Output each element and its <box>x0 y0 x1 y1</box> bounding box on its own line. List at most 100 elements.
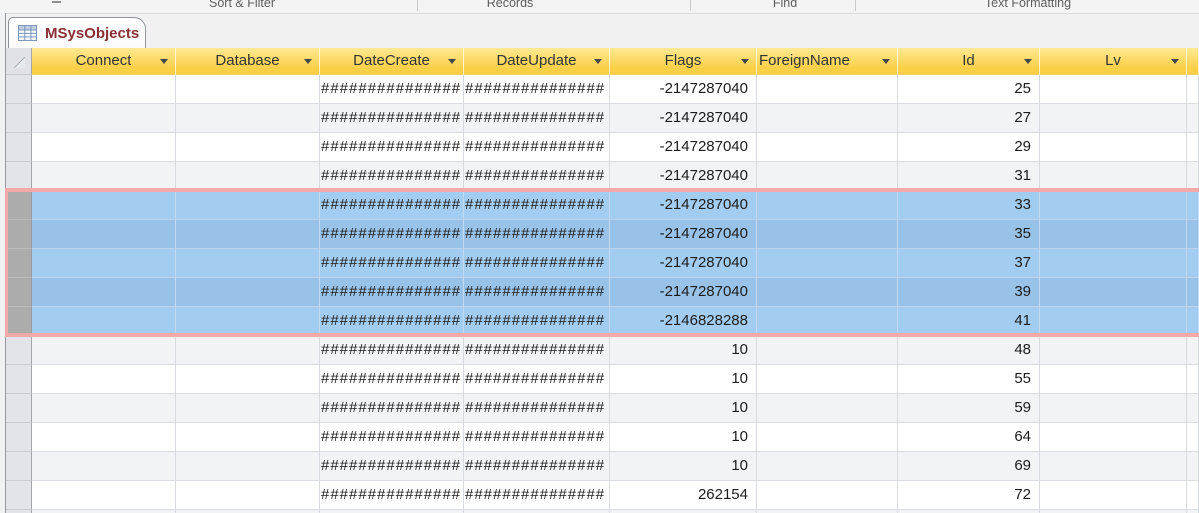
cell-flags[interactable]: 10 <box>610 336 757 365</box>
cell-datecreate[interactable]: ############### <box>320 162 464 191</box>
cell-foreignname[interactable] <box>757 336 898 365</box>
cell-extra[interactable] <box>1187 394 1199 423</box>
row-selector[interactable] <box>6 394 32 423</box>
cell-id[interactable]: 41 <box>898 307 1040 336</box>
cell-connect[interactable] <box>32 365 176 394</box>
cell-lv[interactable] <box>1040 191 1187 220</box>
cell-id[interactable]: 27 <box>898 104 1040 133</box>
cell-connect[interactable] <box>32 394 176 423</box>
cell-database[interactable] <box>176 481 320 510</box>
cell-connect[interactable] <box>32 423 176 452</box>
cell-id[interactable]: 55 <box>898 365 1040 394</box>
cell-extra[interactable] <box>1187 220 1199 249</box>
cell-id[interactable]: 69 <box>898 452 1040 481</box>
cell-lv[interactable] <box>1040 278 1187 307</box>
cell-extra[interactable] <box>1187 336 1199 365</box>
cell-id[interactable]: 59 <box>898 394 1040 423</box>
filter-dropdown-icon[interactable] <box>1024 59 1032 68</box>
cell-flags[interactable]: 262154 <box>610 481 757 510</box>
row-selector[interactable] <box>6 307 32 336</box>
cell-extra[interactable] <box>1187 481 1199 510</box>
cell-connect[interactable] <box>32 452 176 481</box>
cell-datecreate[interactable]: ############### <box>320 307 464 336</box>
cell-flags[interactable]: -2147287040 <box>610 249 757 278</box>
cell-lv[interactable] <box>1040 220 1187 249</box>
cell-connect[interactable] <box>32 75 176 104</box>
cell-connect[interactable] <box>32 133 176 162</box>
cell-id[interactable]: 29 <box>898 133 1040 162</box>
column-header-connect[interactable]: Connect <box>32 48 176 75</box>
cell-lv[interactable] <box>1040 365 1187 394</box>
row-selector[interactable] <box>6 481 32 510</box>
cell-foreignname[interactable] <box>757 394 898 423</box>
cell-lv[interactable] <box>1040 104 1187 133</box>
row-selector[interactable] <box>6 220 32 249</box>
cell-id[interactable]: 31 <box>898 162 1040 191</box>
cell-database[interactable] <box>176 394 320 423</box>
cell-lv[interactable] <box>1040 423 1187 452</box>
cell-datecreate[interactable]: ############### <box>320 423 464 452</box>
cell-extra[interactable] <box>1187 249 1199 278</box>
cell-database[interactable] <box>176 75 320 104</box>
cell-foreignname[interactable] <box>757 423 898 452</box>
cell-database[interactable] <box>176 423 320 452</box>
cell-database[interactable] <box>176 162 320 191</box>
cell-flags[interactable]: 10 <box>610 452 757 481</box>
cell-extra[interactable] <box>1187 104 1199 133</box>
cell-database[interactable] <box>176 278 320 307</box>
cell-dateupdate[interactable]: ############### <box>464 191 610 220</box>
cell-dateupdate[interactable]: ############### <box>464 365 610 394</box>
cell-database[interactable] <box>176 104 320 133</box>
column-header-foreignname[interactable]: ForeignName <box>757 48 898 75</box>
cell-flags[interactable]: -2147287040 <box>610 162 757 191</box>
column-header-flags[interactable]: Flags <box>610 48 757 75</box>
cell-datecreate[interactable]: ############### <box>320 394 464 423</box>
cell-extra[interactable] <box>1187 278 1199 307</box>
cell-lv[interactable] <box>1040 75 1187 104</box>
cell-connect[interactable] <box>32 104 176 133</box>
cell-lv[interactable] <box>1040 336 1187 365</box>
cell-dateupdate[interactable]: ############### <box>464 307 610 336</box>
cell-dateupdate[interactable]: ############### <box>464 133 610 162</box>
cell-flags[interactable]: 10 <box>610 423 757 452</box>
cell-foreignname[interactable] <box>757 133 898 162</box>
cell-dateupdate[interactable]: ############### <box>464 162 610 191</box>
cell-datecreate[interactable]: ############### <box>320 220 464 249</box>
cell-flags[interactable]: -2147287040 <box>610 75 757 104</box>
cell-id[interactable]: 64 <box>898 423 1040 452</box>
row-selector[interactable] <box>6 452 32 481</box>
cell-extra[interactable] <box>1187 75 1199 104</box>
cell-foreignname[interactable] <box>757 307 898 336</box>
cell-datecreate[interactable]: ############### <box>320 104 464 133</box>
cell-foreignname[interactable] <box>757 220 898 249</box>
cell-flags[interactable]: 10 <box>610 394 757 423</box>
cell-datecreate[interactable]: ############### <box>320 278 464 307</box>
cell-dateupdate[interactable]: ############### <box>464 423 610 452</box>
cell-connect[interactable] <box>32 249 176 278</box>
cell-flags[interactable]: -2146828288 <box>610 307 757 336</box>
cell-dateupdate[interactable]: ############### <box>464 104 610 133</box>
cell-extra[interactable] <box>1187 133 1199 162</box>
row-selector[interactable] <box>6 162 32 191</box>
cell-foreignname[interactable] <box>757 104 898 133</box>
row-selector[interactable] <box>6 191 32 220</box>
row-selector[interactable] <box>6 278 32 307</box>
cell-dateupdate[interactable]: ############### <box>464 336 610 365</box>
cell-foreignname[interactable] <box>757 75 898 104</box>
cell-dateupdate[interactable]: ############### <box>464 452 610 481</box>
cell-foreignname[interactable] <box>757 249 898 278</box>
cell-extra[interactable] <box>1187 452 1199 481</box>
cell-foreignname[interactable] <box>757 481 898 510</box>
cell-lv[interactable] <box>1040 394 1187 423</box>
cell-dateupdate[interactable]: ############### <box>464 75 610 104</box>
cell-extra[interactable] <box>1187 162 1199 191</box>
cell-lv[interactable] <box>1040 249 1187 278</box>
row-selector[interactable] <box>6 104 32 133</box>
cell-lv[interactable] <box>1040 452 1187 481</box>
cell-id[interactable]: 25 <box>898 75 1040 104</box>
filter-dropdown-icon[interactable] <box>304 59 312 68</box>
cell-connect[interactable] <box>32 220 176 249</box>
cell-foreignname[interactable] <box>757 162 898 191</box>
cell-database[interactable] <box>176 133 320 162</box>
select-all-corner[interactable] <box>6 48 32 75</box>
